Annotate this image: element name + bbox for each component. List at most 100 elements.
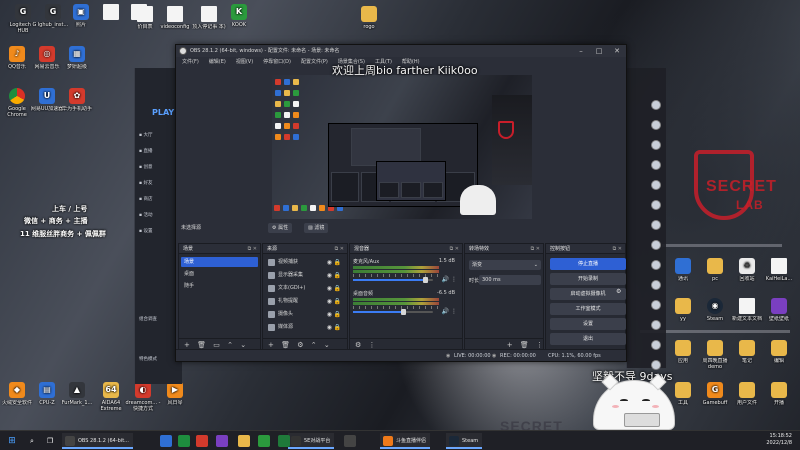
eye-icon[interactable]: ◉ bbox=[327, 309, 332, 320]
client-menu-item[interactable]: ▪ 好友 bbox=[139, 180, 152, 186]
volume-slider[interactable] bbox=[353, 309, 433, 315]
taskbar-task[interactable]: 5E对战平台 bbox=[288, 433, 335, 449]
lock-icon[interactable]: 🔒 bbox=[334, 283, 341, 294]
chat-avatar[interactable] bbox=[651, 260, 661, 270]
obs-menu-item[interactable]: 文件(F) bbox=[182, 57, 199, 68]
source-item[interactable]: 文本(GDI+) ◉ 🔒 bbox=[265, 283, 345, 294]
source-item[interactable]: 显示器采集 ◉ 🔒 bbox=[265, 270, 345, 281]
control-button[interactable]: 工作室模式 bbox=[550, 303, 626, 315]
desktop-icon-kook[interactable]: K KOOK bbox=[220, 4, 258, 28]
minimize-button[interactable]: – bbox=[572, 45, 590, 57]
obs-preview[interactable] bbox=[272, 75, 532, 219]
obs-menu-item[interactable]: 视图(V) bbox=[236, 57, 253, 68]
obs-titlebar[interactable]: OBS 28.1.2 (64-bit, windows) - 配置文件: 未命名… bbox=[176, 45, 626, 57]
eye-icon[interactable]: ◉ bbox=[327, 257, 332, 268]
client-menu-item[interactable]: ▪ 大厅 bbox=[139, 132, 152, 138]
pinned-app-icon[interactable] bbox=[258, 435, 270, 447]
chat-avatar[interactable] bbox=[651, 280, 661, 290]
scene-item[interactable]: 随手 bbox=[181, 281, 258, 291]
search-icon[interactable]: ⌕ bbox=[26, 435, 38, 447]
taskbar-task[interactable]: 斗鱼直播伴侣 bbox=[380, 433, 431, 449]
desktop-icon-videoconfig[interactable]: videoconfig bbox=[156, 6, 194, 30]
scene-item[interactable]: 桌面 bbox=[181, 269, 258, 279]
dock-float-icon[interactable]: ⧉ ✕ bbox=[450, 244, 459, 254]
desktop-icon-mengxiang[interactable]: ▦ 梦妍超级 bbox=[58, 46, 96, 70]
speaker-icon[interactable]: 🔊 ⋮ bbox=[442, 308, 457, 315]
tray-clock[interactable]: 15:18:52 2022/12/8 bbox=[766, 433, 792, 447]
lock-icon[interactable]: 🔒 bbox=[334, 309, 341, 320]
eye-icon[interactable]: ◉ bbox=[327, 322, 332, 333]
eye-icon[interactable]: ◉ bbox=[327, 270, 332, 281]
desktop-icon-furmark[interactable]: ▲ FurMark_1... bbox=[58, 382, 96, 406]
pinned-app-icon[interactable] bbox=[344, 435, 356, 447]
source-item[interactable]: 摄像头 ◉ 🔒 bbox=[265, 309, 345, 320]
dock-float-icon[interactable]: ⧉ ✕ bbox=[335, 244, 344, 254]
play-button[interactable]: PLAY bbox=[152, 108, 174, 117]
desktop-icon-wallpaper[interactable]: 壁纸壁纸 bbox=[760, 298, 798, 322]
maximize-button[interactable]: □ bbox=[590, 45, 608, 57]
volume-knob[interactable] bbox=[400, 309, 406, 315]
obs-menu-item[interactable]: 编辑(E) bbox=[209, 57, 226, 68]
control-button[interactable]: 停止直播 bbox=[550, 258, 626, 270]
pinned-app-icon[interactable] bbox=[178, 435, 190, 447]
chat-avatar[interactable] bbox=[651, 180, 661, 190]
pinned-app-icon[interactable] bbox=[278, 435, 290, 447]
dock-float-icon[interactable]: ⧉ ✕ bbox=[248, 244, 257, 254]
pinned-app-icon[interactable] bbox=[216, 435, 228, 447]
volume-slider[interactable] bbox=[353, 277, 433, 283]
client-menu-item[interactable]: ▪ 设置 bbox=[139, 228, 152, 234]
start-button[interactable]: ⊞ bbox=[6, 435, 18, 447]
chat-avatar[interactable] bbox=[651, 120, 661, 130]
desktop-icon-kaiheila[interactable]: KaiHeiLa... bbox=[760, 258, 798, 282]
duration-input[interactable]: 300 ms bbox=[479, 275, 541, 285]
dock-float-icon[interactable]: ⧉ ✕ bbox=[531, 244, 540, 254]
control-button[interactable]: 退出 bbox=[550, 333, 626, 345]
properties-button[interactable]: ⚙ 属性 bbox=[268, 223, 293, 233]
obs-menu-item[interactable]: 配置文件(P) bbox=[301, 57, 328, 68]
taskbar-task[interactable]: OBS 28.1.2 (64-bit... bbox=[62, 433, 133, 449]
volume-knob[interactable] bbox=[423, 277, 428, 283]
source-item[interactable]: 视频捕获 ◉ 🔒 bbox=[265, 257, 345, 268]
client-menu-item[interactable]: ▪ 活动 bbox=[139, 212, 152, 218]
filters-button[interactable]: ▨ 滤镜 bbox=[304, 223, 329, 233]
lock-icon[interactable]: 🔒 bbox=[334, 257, 341, 268]
chat-avatar[interactable] bbox=[651, 220, 661, 230]
chat-avatar[interactable] bbox=[651, 160, 661, 170]
desktop-icon-kuaidi[interactable]: ▶ 风日琴 bbox=[156, 382, 194, 406]
lock-icon[interactable]: 🔒 bbox=[334, 322, 341, 333]
taskbar-task[interactable]: Steam bbox=[446, 433, 483, 449]
chat-avatar[interactable] bbox=[651, 140, 661, 150]
pinned-app-icon[interactable] bbox=[238, 435, 250, 447]
obs-menu-item[interactable]: 停靠窗口(D) bbox=[263, 57, 291, 68]
control-button[interactable]: 设置 bbox=[550, 318, 626, 330]
obs-window[interactable]: OBS 28.1.2 (64-bit, windows) - 配置文件: 未命名… bbox=[175, 44, 627, 362]
close-button[interactable]: ✕ bbox=[608, 45, 626, 57]
desktop-icon-rogo[interactable]: rogo bbox=[350, 6, 388, 30]
lock-icon[interactable]: 🔒 bbox=[334, 270, 341, 281]
speaker-icon[interactable]: 🔊 ⋮ bbox=[442, 276, 457, 283]
lock-icon[interactable]: 🔒 bbox=[334, 296, 341, 307]
desktop-icon-open[interactable]: 开播 bbox=[760, 382, 798, 406]
chat-avatar[interactable] bbox=[651, 100, 661, 110]
client-menu-item[interactable]: ▪ 直播 bbox=[139, 148, 152, 154]
chat-avatar[interactable] bbox=[651, 300, 661, 310]
task-view-icon[interactable]: ❐ bbox=[44, 435, 56, 447]
chat-avatar[interactable] bbox=[651, 320, 661, 330]
chat-avatar[interactable] bbox=[651, 340, 661, 350]
source-item[interactable]: 礼物提醒 ◉ 🔒 bbox=[265, 296, 345, 307]
pinned-app-icon[interactable] bbox=[196, 435, 208, 447]
gear-icon[interactable]: ⚙ bbox=[616, 288, 621, 295]
desktop-icon-file2[interactable] bbox=[120, 4, 158, 22]
control-button[interactable]: 开始录制 bbox=[550, 273, 626, 285]
eye-icon[interactable]: ◉ bbox=[327, 296, 332, 307]
eye-icon[interactable]: ◉ bbox=[327, 283, 332, 294]
desktop-icon-huawei[interactable]: ✿ 华为手机助手 bbox=[58, 88, 96, 112]
client-menu-item[interactable]: ▪ 商店 bbox=[139, 196, 152, 202]
dock-float-icon[interactable]: ⧉ ✕ bbox=[613, 244, 622, 254]
chat-avatar[interactable] bbox=[651, 240, 661, 250]
scene-item[interactable]: 场景 bbox=[181, 257, 258, 267]
client-menu-item[interactable]: ▪ 创意 bbox=[139, 164, 152, 170]
source-item[interactable]: 媒体源 ◉ 🔒 bbox=[265, 322, 345, 333]
control-button[interactable]: 启动虚拟摄像机 bbox=[550, 288, 626, 300]
chat-avatar[interactable] bbox=[651, 200, 661, 210]
